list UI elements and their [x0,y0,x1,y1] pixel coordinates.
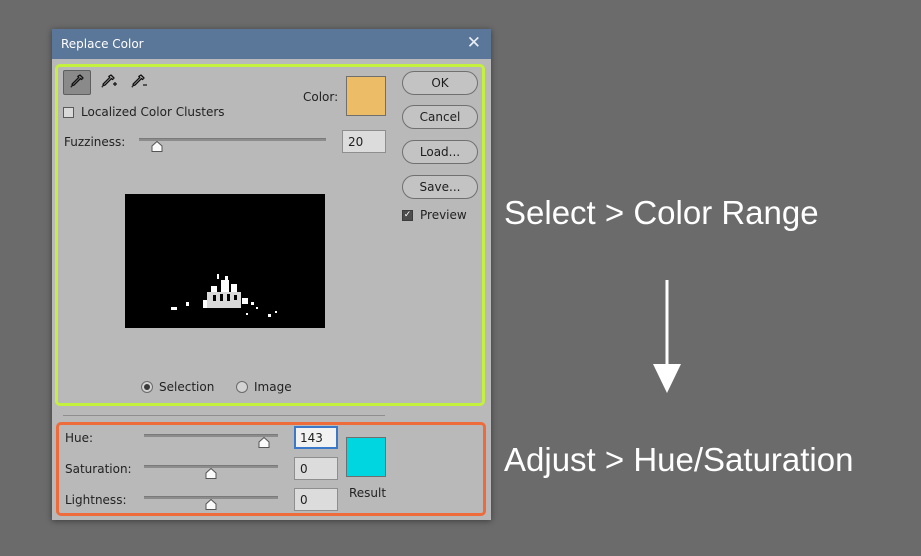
image-radio-label: Image [254,380,292,394]
localized-color-clusters-label: Localized Color Clusters [81,105,225,119]
fuzziness-slider-track[interactable] [139,138,326,141]
replace-color-dialog: Replace Color ✕ Localized Color Clusters… [52,29,491,520]
selection-preview [125,194,325,328]
selection-mask-image [125,194,325,328]
save-button[interactable]: Save... [402,175,478,199]
lightness-input[interactable]: 0 [294,488,338,511]
eyedropper-minus-tool[interactable] [125,70,153,95]
cancel-button[interactable]: Cancel [402,105,478,129]
localized-color-clusters-checkbox[interactable] [63,107,74,118]
load-button[interactable]: Load... [402,140,478,164]
fuzziness-label: Fuzziness: [64,135,126,149]
title-bar[interactable]: Replace Color ✕ [52,29,491,59]
section-divider [63,415,385,416]
eyedropper-icon [69,73,85,93]
result-label: Result [349,486,387,500]
eyedropper-minus-icon [130,73,148,93]
hue-input[interactable]: 143 [294,426,338,449]
preview-checkbox[interactable]: ✓ [402,210,413,221]
eyedropper-plus-tool[interactable] [95,70,123,95]
preview-label: Preview [420,208,467,222]
saturation-label: Saturation: [65,462,132,476]
hue-label: Hue: [65,431,94,445]
annotation-hue-saturation: Adjust > Hue/Saturation [504,441,854,478]
eyedropper-plus-icon [100,73,118,93]
fuzziness-input[interactable]: 20 [342,130,386,153]
selection-radio-label: Selection [159,380,215,394]
eyedropper-tool[interactable] [63,70,91,95]
annotation-color-range: Select > Color Range [504,194,819,231]
ok-button[interactable]: OK [402,71,478,95]
result-swatch [346,437,386,477]
color-swatch[interactable] [346,76,386,116]
color-label: Color: [303,90,339,104]
image-radio[interactable] [236,381,248,393]
arrow-down-icon [650,280,684,400]
selection-radio[interactable] [141,381,153,393]
saturation-input[interactable]: 0 [294,457,338,480]
lightness-label: Lightness: [65,493,127,507]
dialog-title: Replace Color [61,37,144,51]
close-icon[interactable]: ✕ [467,33,481,53]
